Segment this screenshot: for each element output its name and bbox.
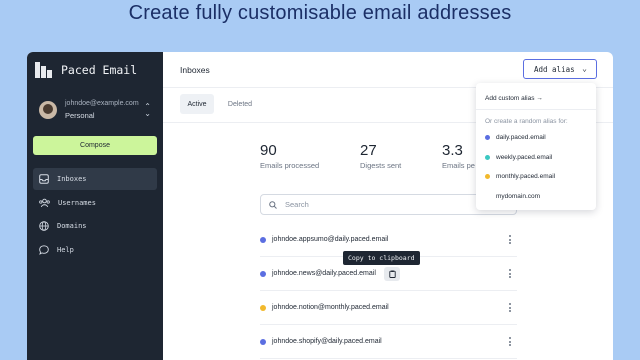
alias-option-label: weekly.paced.email <box>496 153 553 161</box>
globe-icon <box>39 221 49 231</box>
sidebar: Paced Email johndoe@example.com Personal… <box>27 52 163 360</box>
chat-bubble-icon <box>39 244 49 255</box>
stat-emails-processed: 90 Emails processed <box>260 142 319 170</box>
sidebar-item-usernames[interactable]: Usernames <box>33 192 157 214</box>
more-options-icon[interactable] <box>509 269 512 279</box>
alias-option-label: monthly.paced.email <box>496 173 556 181</box>
compose-button[interactable]: Compose <box>33 136 157 155</box>
chevron-up-down-icon: ⌃ ⌄ <box>144 102 151 118</box>
inbox-address: johndoe.appsumo@daily.paced.email <box>272 236 389 243</box>
logo[interactable]: Paced Email <box>35 62 137 78</box>
more-options-icon[interactable] <box>509 303 512 313</box>
more-options-icon[interactable] <box>509 235 512 245</box>
status-dot <box>485 174 490 180</box>
alias-option-label: daily.paced.email <box>496 134 546 142</box>
inbox-row[interactable]: johndoe.news@daily.paced.email Copy to c… <box>260 251 517 291</box>
sidebar-item-domains[interactable]: Domains <box>33 215 157 237</box>
page-title: Inboxes <box>180 65 210 75</box>
tab-active[interactable]: Active <box>180 94 214 114</box>
status-dot <box>485 154 490 160</box>
sidebar-item-label: Usernames <box>58 198 96 207</box>
inbox-address: johndoe.shopify@daily.paced.email <box>272 338 382 345</box>
sidebar-item-help[interactable]: Help <box>33 239 157 261</box>
brand-name: Paced Email <box>61 63 138 77</box>
page-headline: Create fully customisable email addresse… <box>128 2 512 24</box>
stat-label: Emails pe <box>442 161 475 170</box>
sidebar-item-label: Inboxes <box>57 175 87 183</box>
dropdown-hint: Or create a random alias for: <box>485 117 568 125</box>
stat-value: 90 <box>260 142 277 159</box>
add-custom-alias-item[interactable]: Add custom alias → <box>476 91 596 105</box>
stat-value: 3.3 <box>442 142 463 159</box>
add-alias-label: Add alias <box>534 64 575 74</box>
account-switcher[interactable]: johndoe@example.com Personal ⌃ ⌄ <box>39 99 157 123</box>
status-dot <box>260 236 266 243</box>
users-icon <box>39 198 50 207</box>
app-window: Paced Email johndoe@example.com Personal… <box>27 52 613 360</box>
logo-icon <box>35 62 53 78</box>
inbox-list: johndoe.appsumo@daily.paced.email johndo… <box>260 223 517 359</box>
copy-tooltip: Copy to clipboard <box>343 251 420 265</box>
status-dot <box>485 135 490 141</box>
inbox-address: johndoe.notion@monthly.paced.email <box>272 304 389 311</box>
stat-value: 27 <box>360 142 377 159</box>
inbox-icon <box>39 174 49 184</box>
tab-deleted[interactable]: Deleted <box>222 94 258 114</box>
inbox-address: johndoe.news@daily.paced.email <box>272 270 376 277</box>
search-icon <box>269 200 277 209</box>
search-placeholder: Search <box>285 200 309 209</box>
chevron-down-icon: ⌄ <box>582 64 587 73</box>
sidebar-item-inboxes[interactable]: Inboxes <box>33 168 157 190</box>
divider <box>476 109 596 110</box>
alias-option-label: mydomain.com <box>496 192 541 200</box>
status-dot <box>260 270 266 277</box>
sidebar-nav: Inboxes Usernames Domains Help <box>33 168 157 262</box>
stat-label: Digests sent <box>360 161 402 170</box>
account-plan: Personal <box>65 111 95 120</box>
alias-option-daily[interactable]: daily.paced.email <box>476 128 596 148</box>
clipboard-icon <box>388 270 396 278</box>
alias-option-monthly[interactable]: monthly.paced.email <box>476 167 596 187</box>
inbox-row[interactable]: johndoe.notion@monthly.paced.email <box>260 291 517 325</box>
main-panel: Inboxes Add alias ⌄ Active Deleted 90 Em… <box>163 52 613 360</box>
add-alias-button[interactable]: Add alias ⌄ <box>523 59 597 79</box>
more-options-icon[interactable] <box>509 337 512 347</box>
stat-emails-per: 3.3 Emails pe <box>442 142 475 170</box>
alias-option-weekly[interactable]: weekly.paced.email <box>476 148 596 168</box>
account-email: johndoe@example.com <box>65 100 139 107</box>
status-dot <box>260 338 266 345</box>
alias-dropdown: Add custom alias → Or create a random al… <box>476 83 596 210</box>
inbox-row[interactable]: johndoe.shopify@daily.paced.email <box>260 325 517 359</box>
stat-digests-sent: 27 Digests sent <box>360 142 401 170</box>
stat-label: Emails processed <box>260 161 320 170</box>
avatar <box>39 101 57 119</box>
sidebar-item-label: Domains <box>57 222 87 230</box>
status-dot <box>260 304 266 311</box>
sidebar-item-label: Help <box>57 245 74 254</box>
copy-button[interactable] <box>384 267 400 281</box>
alias-option-mydomain[interactable]: mydomain.com <box>476 187 596 207</box>
